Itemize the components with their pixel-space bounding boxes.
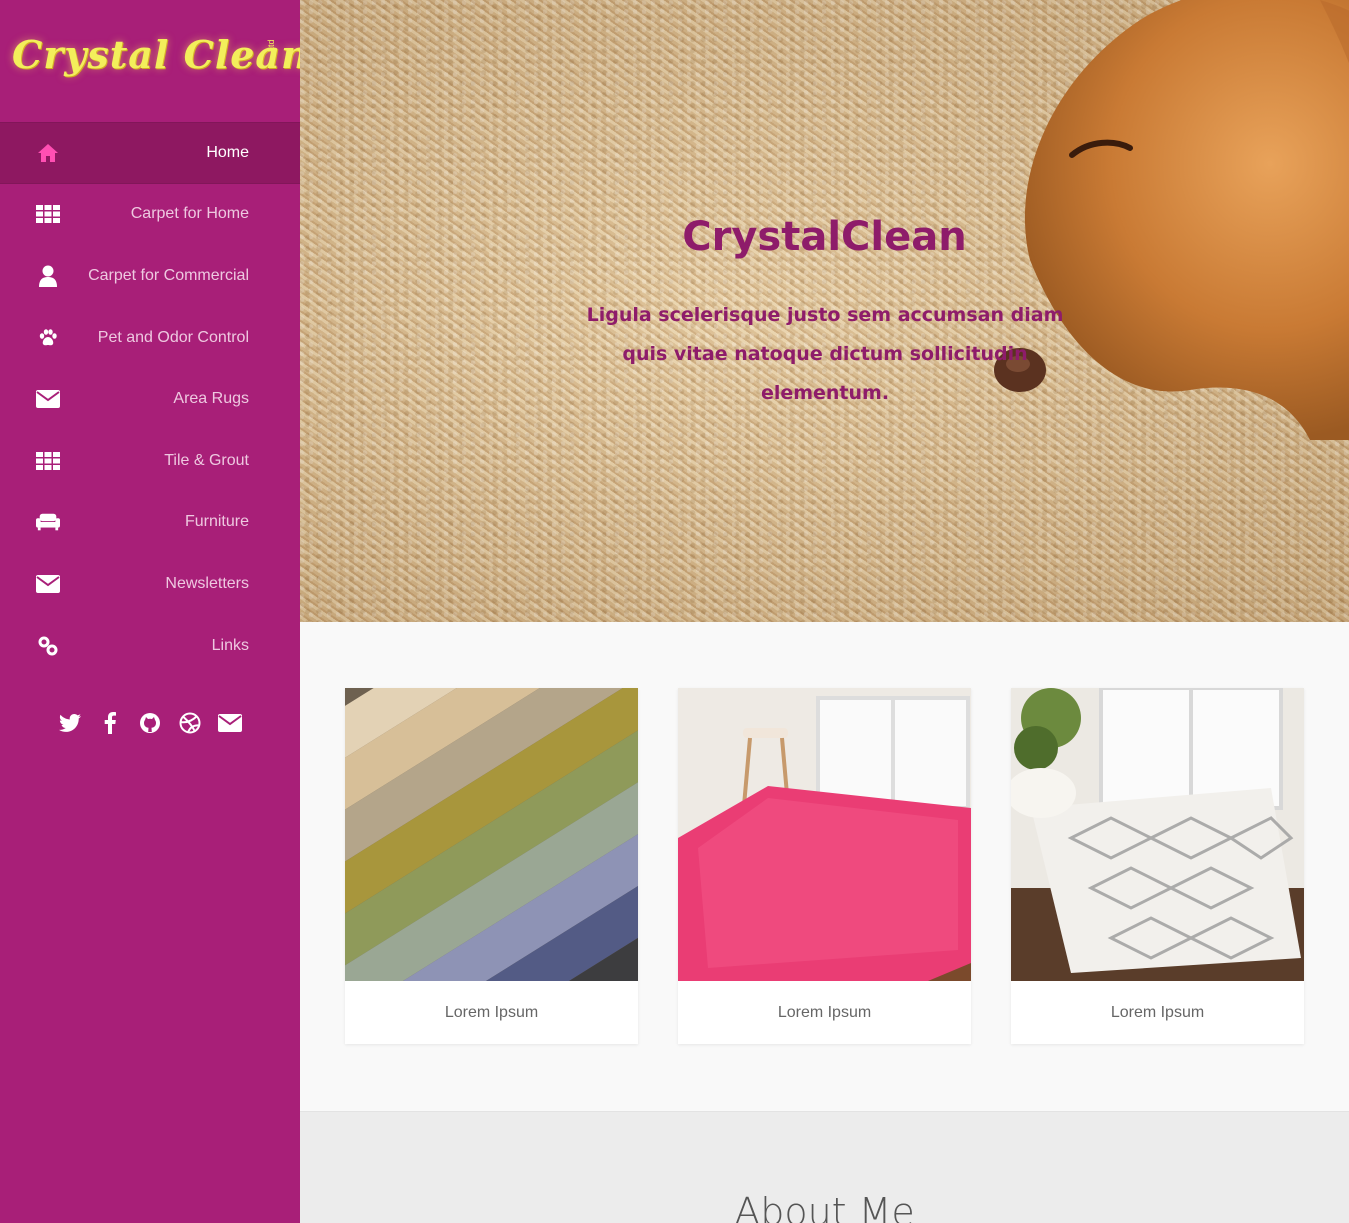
hero-title: CrystalClean bbox=[682, 214, 967, 260]
logo-suffix: Ltd bbox=[266, 39, 276, 52]
nav-item-tile-grout[interactable]: Tile & Grout bbox=[0, 430, 300, 492]
nav-label: Tile & Grout bbox=[164, 451, 249, 469]
envelope-icon[interactable] bbox=[218, 708, 242, 738]
nav-item-links[interactable]: Links bbox=[0, 615, 300, 677]
home-icon bbox=[36, 141, 60, 165]
nav-label: Furniture bbox=[184, 513, 249, 531]
nav-item-home[interactable]: Home bbox=[0, 122, 300, 184]
nav-label: Carpet for Home bbox=[130, 205, 249, 223]
grid-icon bbox=[36, 449, 60, 473]
grid-icon bbox=[36, 202, 60, 226]
twitter-icon[interactable] bbox=[58, 708, 82, 738]
envelope-icon bbox=[36, 387, 60, 411]
github-icon[interactable] bbox=[138, 708, 162, 738]
envelope-icon bbox=[36, 572, 60, 596]
social-links bbox=[0, 708, 300, 738]
card-carpet-samples[interactable]: Lorem Ipsum bbox=[345, 688, 638, 1044]
services-cards: Lorem Ipsum Lorem Ipsum Lorem Ipsum bbox=[300, 622, 1349, 1112]
nav-label: Area Rugs bbox=[173, 390, 249, 408]
hero-banner: CrystalClean Ligula scelerisque justo se… bbox=[300, 0, 1349, 622]
nav-item-area-rugs[interactable]: Area Rugs bbox=[0, 368, 300, 430]
sidebar: Crystal Clean Ltd Home Carpet for Home C… bbox=[0, 0, 309, 1223]
link-icon bbox=[36, 634, 60, 658]
card-pink-rug[interactable]: Lorem Ipsum bbox=[678, 688, 971, 1044]
dribbble-icon[interactable] bbox=[178, 708, 202, 738]
nav-label: Newsletters bbox=[165, 574, 249, 592]
facebook-icon[interactable] bbox=[98, 708, 122, 738]
user-icon bbox=[36, 264, 60, 288]
nav-item-furniture[interactable]: Furniture bbox=[0, 492, 300, 554]
card-label: Lorem Ipsum bbox=[777, 1003, 872, 1021]
shag-rug-image bbox=[1011, 688, 1304, 981]
nav-label: Links bbox=[211, 636, 249, 654]
nav-item-pet-odor[interactable]: Pet and Odor Control bbox=[0, 307, 300, 369]
nav-label: Carpet for Commercial bbox=[88, 266, 249, 284]
logo[interactable]: Crystal Clean Ltd bbox=[0, 0, 309, 122]
nav-item-carpet-home[interactable]: Carpet for Home bbox=[0, 184, 300, 246]
nav-item-carpet-commercial[interactable]: Carpet for Commercial bbox=[0, 245, 300, 307]
paw-icon bbox=[36, 326, 60, 350]
about-title: About Me bbox=[734, 1190, 915, 1223]
nav-label: Pet and Odor Control bbox=[97, 328, 249, 346]
nav-item-newsletters[interactable]: Newsletters bbox=[0, 553, 300, 615]
pink-rug-image bbox=[678, 688, 971, 981]
main-nav: Home Carpet for Home Carpet for Commerci… bbox=[0, 122, 300, 676]
sofa-icon bbox=[36, 510, 60, 534]
carpet-samples-image bbox=[345, 688, 638, 981]
hero-subtitle: Ligula scelerisque justo sem accumsan di… bbox=[586, 304, 1064, 404]
card-shag-rug[interactable]: Lorem Ipsum bbox=[1011, 688, 1304, 1044]
nav-label: Home bbox=[206, 143, 249, 161]
about-section: About Me bbox=[300, 1112, 1349, 1223]
card-label: Lorem Ipsum bbox=[444, 1003, 539, 1021]
card-label: Lorem Ipsum bbox=[1110, 1003, 1205, 1021]
